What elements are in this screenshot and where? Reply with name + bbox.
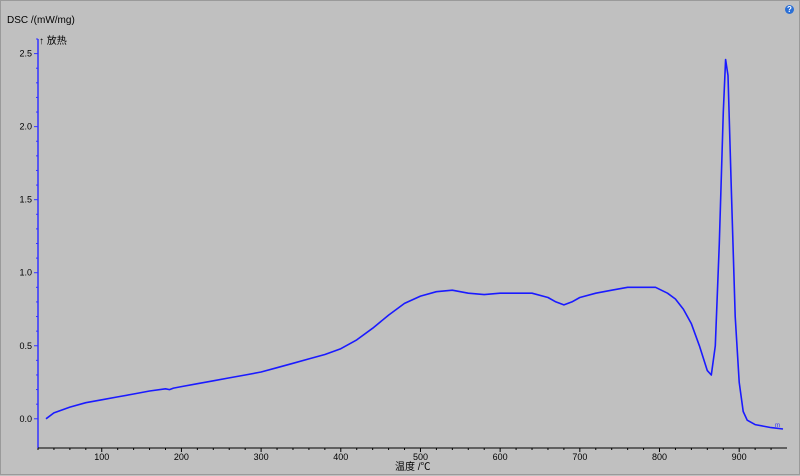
y-tick-label: 2.5 [19, 49, 32, 59]
x-tick-label: 700 [572, 452, 587, 462]
x-tick-label: 600 [493, 452, 508, 462]
y-tick-label: 1.5 [19, 195, 32, 205]
dsc-chart: 0.00.51.01.52.02.5100 200 300 400 500 600 700 8… [19, 38, 787, 462]
x-tick-label: 200 [174, 452, 189, 462]
dsc-curve [45, 58, 784, 430]
x-axis-label: 温度 /℃ [395, 462, 431, 473]
y-tick-label: 1.0 [19, 268, 32, 278]
x-tick-label: 800 [652, 452, 667, 462]
x-tick-label: 400 [333, 452, 348, 462]
x-tick-label: 100 [94, 452, 109, 462]
y-tick-label: 0.5 [19, 341, 32, 351]
y-tick-label: 2.0 [19, 122, 32, 132]
x-tick-label: 300 [254, 452, 269, 462]
chart-window: DSC /(mW/mg) ↑ 放热 ? 0.0 0.5 1.0 1.5 2.0 2.5 10… [0, 0, 800, 475]
y-tick-label: 0.0 [19, 414, 32, 424]
curve-end-marker: m [775, 423, 780, 429]
x-tick-label: 900 [732, 452, 747, 462]
